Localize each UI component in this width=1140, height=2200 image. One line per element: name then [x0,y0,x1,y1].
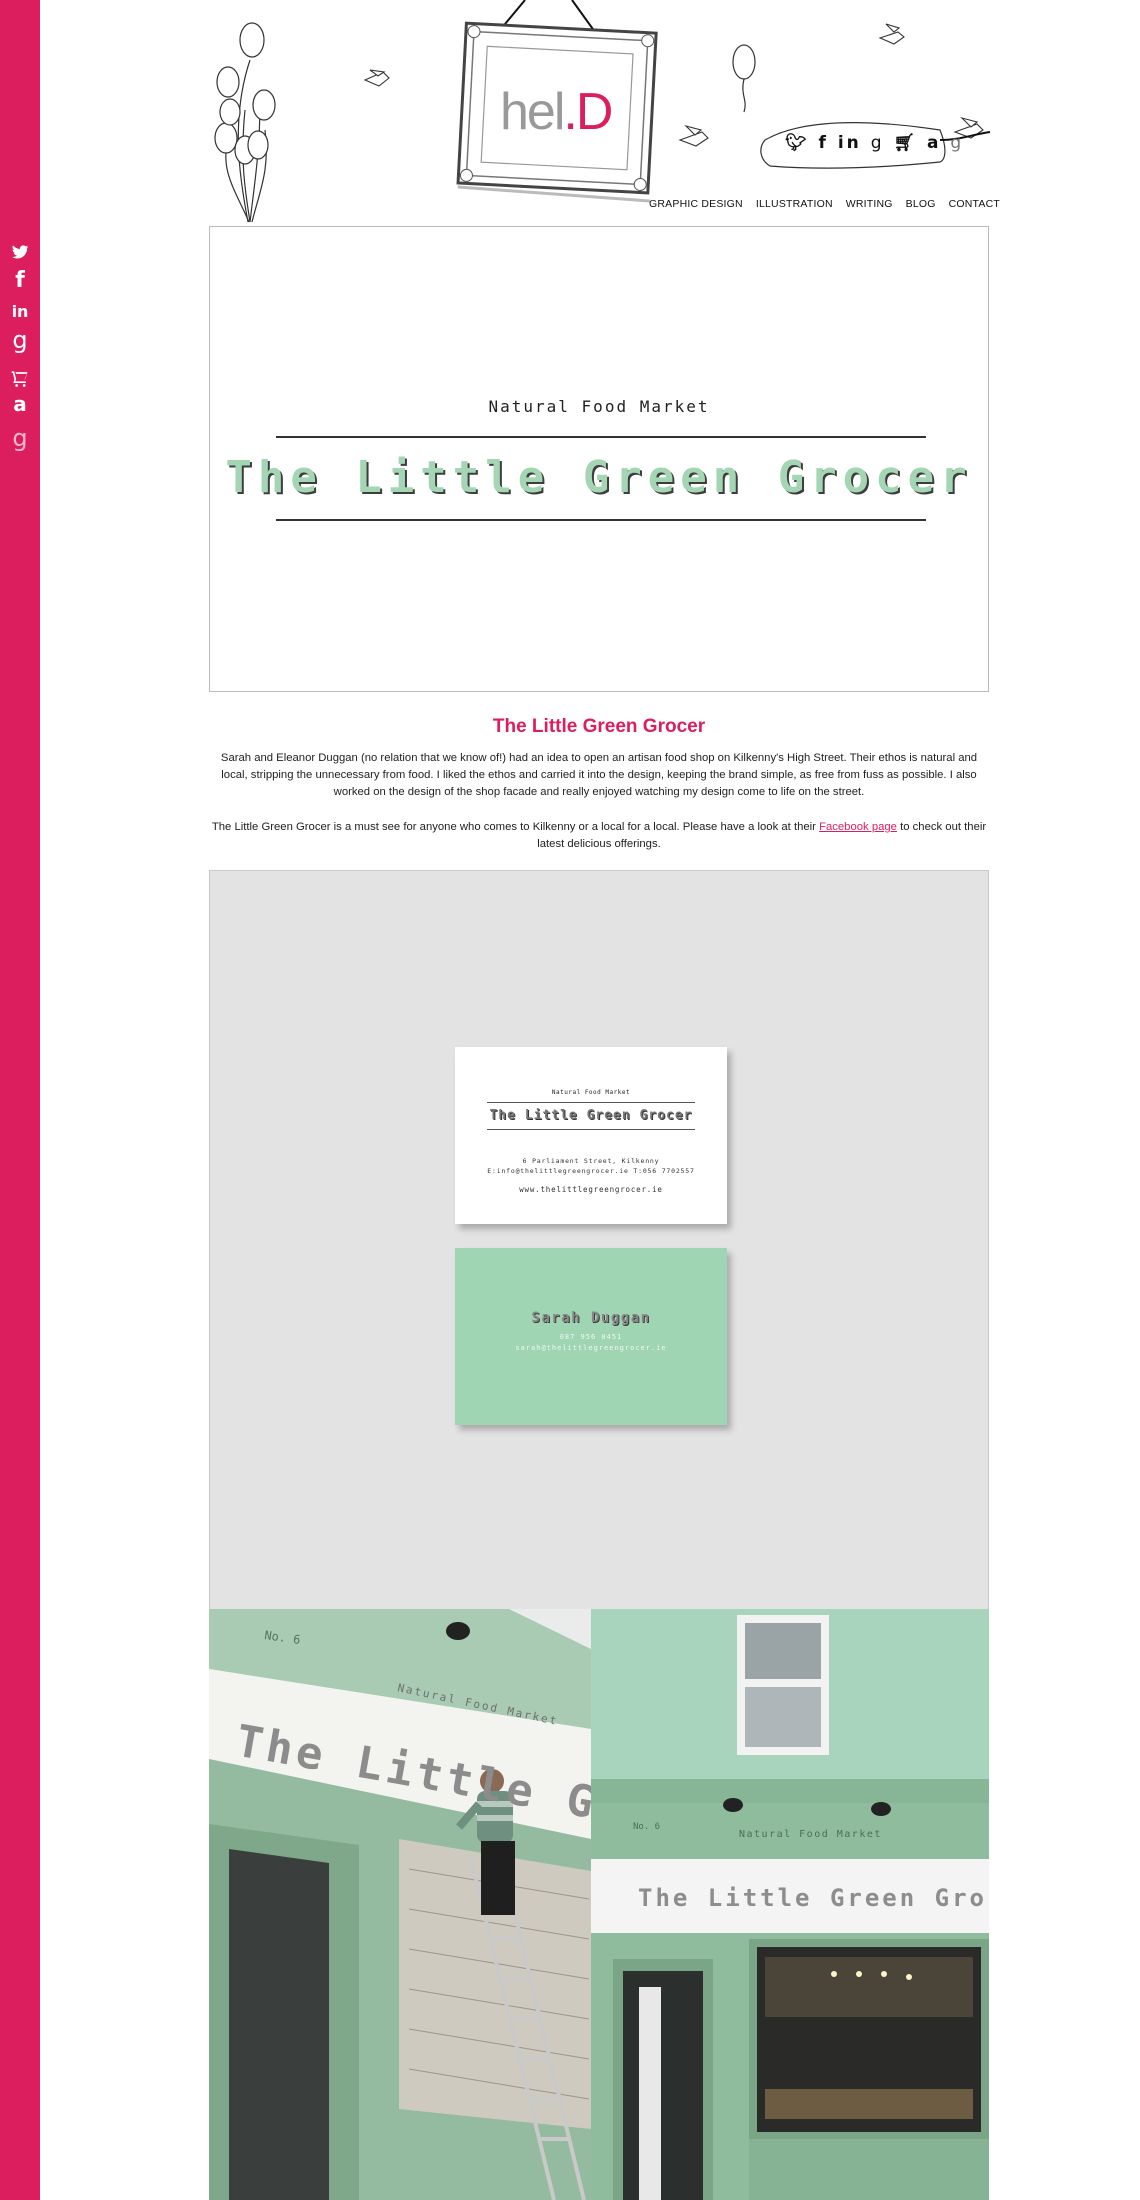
balloon-single-illustration [732,44,756,113]
amazon-icon[interactable]: a [8,392,32,416]
facebook-page-link[interactable]: Facebook page [819,821,897,833]
nav-contact[interactable]: CONTACT [949,198,1000,210]
banner-cart-icon[interactable]: 🛒︎ [893,133,918,153]
banner-twitter-icon[interactable]: 🐦︎ [785,133,810,153]
nav-graphic-design[interactable]: GRAPHIC DESIGN [649,198,743,210]
business-card-back: Sarah Duggan 087 956 0451 sarah@thelittl… [455,1248,727,1425]
shopfront-photo: The Little Gre Natural Food Market No. 6… [209,1609,989,2200]
business-cards-image: Natural Food Market The Little Green Gro… [209,870,989,1610]
hero-title: The Little Green Grocer [225,452,973,503]
hero-rule-bottom [276,519,926,521]
shopfront-number-right: No. 6 [633,1822,660,1832]
twitter-icon[interactable] [8,242,32,266]
shopfront-sign-right: The Little Green Grocer [638,1884,989,1912]
hero-subtitle: Natural Food Market [488,397,710,416]
logo-prefix: hel [500,83,565,141]
site-header: hel.D 🐦︎ f in g 🛒︎ a g GRAPHIC DESIGN IL… [200,0,1000,225]
card-name: Sarah Duggan [531,1310,651,1326]
nav-blog[interactable]: BLOG [906,198,936,210]
banner-goodreads-icon[interactable]: g [950,133,964,153]
card-rule-bottom [487,1129,695,1130]
shopfront-illustration: The Little Gre Natural Food Market No. 6… [209,1609,989,2200]
nav-writing[interactable]: WRITING [846,198,893,210]
banner-social-icons: 🐦︎ f in g 🛒︎ a g [785,133,964,153]
business-card-front: Natural Food Market The Little Green Gro… [455,1047,727,1224]
banner-amazon-icon[interactable]: a [927,133,941,153]
facebook-icon[interactable]: f [8,268,32,293]
project-description: Sarah and Eleanor Duggan (no relation th… [220,752,978,798]
card-website: www.thelittlegreengrocer.ie [519,1185,663,1194]
hero-rule-top [276,436,926,438]
linkedin-icon[interactable]: in [8,302,32,326]
para2-text-before: The Little Green Grocer is a must see fo… [211,821,820,833]
card-title: The Little Green Grocer [489,1108,693,1123]
card-address: 6 Parliament Street, Kilkenny [522,1157,660,1165]
hero-logo-image: Natural Food Market The Little Green Gro… [209,226,989,692]
project-heading: The Little Green Grocer [492,716,706,737]
banner-facebook-icon[interactable]: f [819,133,829,153]
social-sidebar: f in g a g [0,0,40,2200]
card-email: sarah@thelittlegreengrocer.ie [515,1344,667,1352]
site-logo[interactable]: hel.D [500,82,613,142]
nav-illustration[interactable]: ILLUSTRATION [756,198,833,210]
cart-icon[interactable] [8,368,32,392]
shopfront-market-right: Natural Food Market [739,1829,882,1840]
balloons-illustration [214,22,276,223]
banner-google-icon[interactable]: g [871,133,885,153]
google-icon[interactable]: g [8,326,32,354]
main-nav: GRAPHIC DESIGN ILLUSTRATION WRITING BLOG… [649,198,1000,210]
card-subtitle: Natural Food Market [551,1089,631,1096]
goodreads-icon[interactable]: g [8,424,32,452]
card-phone: 087 956 0451 [559,1333,623,1341]
card-rule-top [487,1102,695,1103]
logo-suffix: .D [563,83,613,141]
project-description-2: The Little Green Grocer is a must see fo… [209,819,989,853]
banner-linkedin-icon[interactable]: in [838,133,862,153]
card-contact: E:info@thelittlegreengrocer.ie T:056 770… [487,1167,695,1175]
